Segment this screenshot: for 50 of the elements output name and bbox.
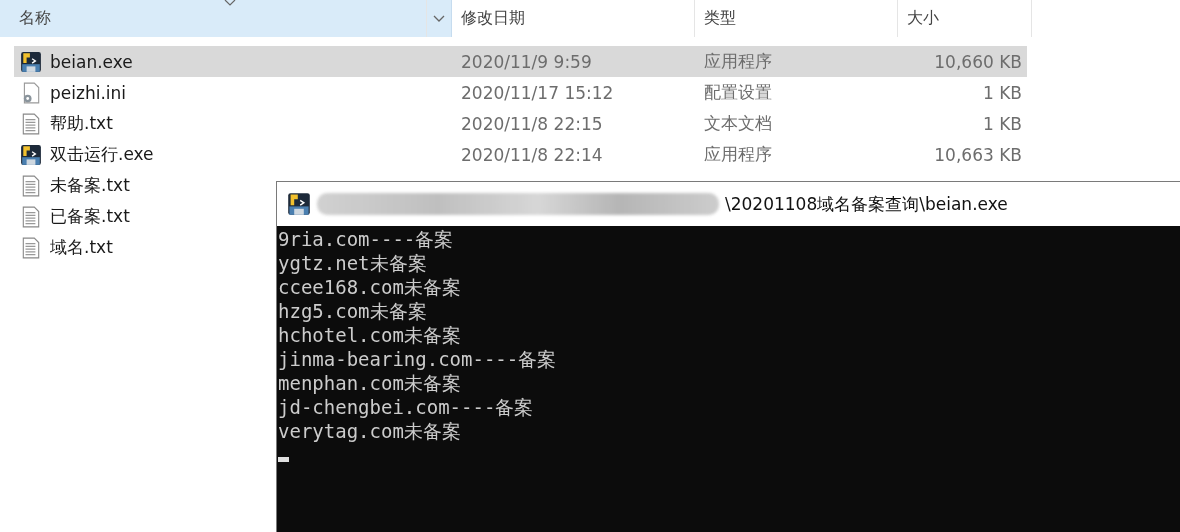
column-header[interactable]: 大小 <box>898 0 1032 37</box>
dropdown-button[interactable] <box>427 0 452 37</box>
console-line: 9ria.com----备案 <box>278 227 455 251</box>
file-type: 应用程序 <box>703 50 773 73</box>
file-type: 应用程序 <box>703 143 773 166</box>
column-header[interactable]: 名称 <box>0 0 427 37</box>
file-name: 未备案.txt <box>50 174 130 197</box>
console-line: ccee168.com未备案 <box>278 275 462 299</box>
console-line: ygtz.net未备案 <box>278 251 428 275</box>
file-size: 1 KB <box>981 113 1022 134</box>
file-row[interactable]: peizhi.ini 2020/11/17 15:12 配置设置 1 KB <box>14 77 1027 108</box>
file-row[interactable]: 未备案.txt <box>14 170 138 201</box>
file-name: peizhi.ini <box>50 82 127 103</box>
column-header[interactable]: 类型 <box>695 0 898 37</box>
modified-date: 2020/11/9 9:59 <box>460 51 593 72</box>
console-line: hzg5.com未备案 <box>278 299 428 323</box>
file-size: 10,660 KB <box>933 51 1022 72</box>
file-type: 配置设置 <box>703 81 773 104</box>
console-line: hchotel.com未备案 <box>278 323 462 347</box>
console-line: jinma-bearing.com----备案 <box>278 347 558 371</box>
python-app-icon <box>20 143 42 166</box>
text-file-icon <box>20 112 42 135</box>
file-type: 文本文档 <box>703 112 773 135</box>
console-line: jd-chengbei.com----备案 <box>278 395 535 419</box>
file-row[interactable]: 已备案.txt <box>14 201 138 232</box>
window-title: \20201108域名备案查询\beian.exe <box>725 192 1008 216</box>
modified-date: 2020/11/8 22:14 <box>460 144 604 165</box>
file-row[interactable]: 帮助.txt 2020/11/8 22:15 文本文档 1 KB <box>14 108 1027 139</box>
file-row[interactable]: 域名.txt <box>14 232 121 263</box>
file-name: 双击运行.exe <box>50 143 154 166</box>
file-row[interactable]: beian.exe 2020/11/9 9:59 应用程序 10,660 KB <box>14 46 1027 77</box>
python-app-icon <box>287 192 311 216</box>
modified-date: 2020/11/17 15:12 <box>460 82 615 103</box>
chevron-down-icon <box>433 14 445 23</box>
text-file-icon <box>20 174 42 197</box>
file-name: 域名.txt <box>50 236 113 259</box>
column-header[interactable]: 修改日期 <box>452 0 695 37</box>
file-size: 1 KB <box>981 82 1022 103</box>
file-row[interactable]: 双击运行.exe 2020/11/8 22:14 应用程序 10,663 KB <box>14 139 1027 170</box>
modified-date: 2020/11/8 22:15 <box>460 113 604 134</box>
text-file-icon <box>20 205 42 228</box>
console-line: verytag.com未备案 <box>278 419 462 443</box>
file-name: beian.exe <box>50 51 133 72</box>
text-cursor <box>278 457 289 462</box>
file-name: 已备案.txt <box>50 205 130 228</box>
text-file-icon <box>20 236 42 259</box>
console-line: menphan.com未备案 <box>278 371 462 395</box>
file-size: 10,663 KB <box>933 144 1022 165</box>
python-app-icon <box>20 50 42 73</box>
file-name: 帮助.txt <box>50 112 113 135</box>
